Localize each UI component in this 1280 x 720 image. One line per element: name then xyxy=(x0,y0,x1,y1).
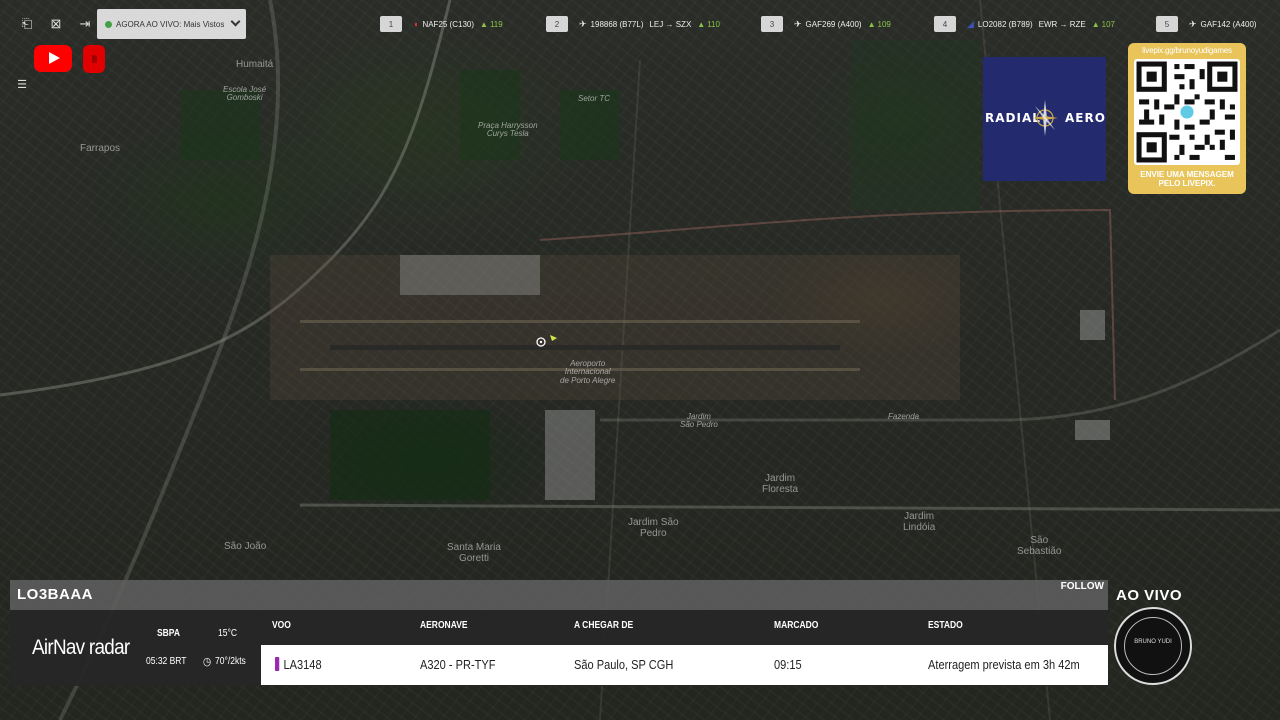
map-label: São João xyxy=(224,541,267,552)
badge-ring xyxy=(1124,617,1182,675)
flight-rank: 5 xyxy=(1156,16,1178,32)
header-flight: VOO xyxy=(272,620,291,631)
top-flight-2[interactable]: 2 ✈ 198868 (B77L) LEJ → SZX ▲ 110 xyxy=(546,16,720,32)
flight-callsign: GAF269 (A400) xyxy=(805,19,862,29)
map-label: São Sebastião xyxy=(1017,535,1062,557)
top-flight-3[interactable]: 3 ✈ GAF269 (A400) ▲ 109 xyxy=(761,16,891,32)
map-label: Farrapos xyxy=(80,143,121,154)
flight-callsign: 198868 (B77L) xyxy=(590,19,644,29)
arriving-from-cell: São Paulo, SP CGH xyxy=(574,657,674,672)
altitude-icon: ▲ xyxy=(867,19,876,29)
channel-badge: BRUNO YUDI xyxy=(1114,607,1192,685)
map-label: Santa Maria Goretti xyxy=(447,542,501,564)
flight-callsign: NAF25 (C130) xyxy=(422,19,475,29)
follow-button[interactable]: FOLLOW xyxy=(1061,581,1104,592)
top-flight-4[interactable]: 4 ◢ LO2082 (B789) EWR → RZE ▲ 107 xyxy=(934,16,1115,32)
temperature: 15°C xyxy=(218,628,237,639)
registration-bar: LO3BAAA FOLLOW xyxy=(10,580,1108,610)
flag-icon: ◢ xyxy=(967,18,974,29)
live-label: AO VIVO xyxy=(1116,587,1183,604)
flight-callsign: GAF142 (A400) xyxy=(1200,19,1257,29)
livepix-url: livepix.gg/brunoyudigames xyxy=(1142,46,1232,55)
flight-info-panel: AirNav radar SBPA 15°C 05:32 BRT ◷ 70°/2… xyxy=(10,610,1108,686)
flight-cell: LA3148 xyxy=(275,657,322,672)
flight-callsign: LO2082 (B789) xyxy=(977,19,1033,29)
chevron-down-icon xyxy=(230,16,241,27)
map-label: Jardim São Pedro xyxy=(680,412,718,430)
wind-icon: ◷ xyxy=(203,656,212,668)
map-label: Jardim São Pedro xyxy=(628,517,679,539)
map-label: Setor TC xyxy=(578,94,611,103)
now-playing-select[interactable]: AGORA AO VIVO: Mais Vistos xyxy=(97,9,246,39)
radial-aero-logo: RADIAL AERO xyxy=(983,57,1106,181)
header-status: ESTADO xyxy=(928,620,963,631)
map-label: Humaitá xyxy=(236,59,274,70)
altitude-icon: ▲ xyxy=(697,19,706,29)
livepix-caption-line: PELO LIVEPIX. xyxy=(1158,179,1216,188)
status-cell: Aterragem prevista em 3h 42m xyxy=(928,657,1080,672)
scheduled-cell: 09:15 xyxy=(774,657,802,672)
compass-icon xyxy=(1032,100,1058,136)
flight-altitude: 109 xyxy=(877,19,891,29)
livepix-caption: ENVIE UMA MENSAGEM PELO LIVEPIX. xyxy=(1128,170,1246,188)
livepix-card[interactable]: livepix.gg/brunoyudigames ENVIE UMA MENS… xyxy=(1128,43,1246,194)
airnav-radar-logo: AirNav radar xyxy=(32,636,130,659)
flight-rank: 3 xyxy=(761,16,783,32)
header-arriving-from: A CHEGAR DE xyxy=(574,620,634,631)
header-scheduled: MARCADO xyxy=(774,620,819,631)
flight-altitude: 119 xyxy=(489,19,503,29)
flight-route: LEJ → SZX xyxy=(649,19,692,29)
list-icon[interactable]: ☰ xyxy=(14,78,30,92)
youtube-shorts-icon[interactable] xyxy=(83,45,105,73)
flight-route: EWR → RZE xyxy=(1038,19,1086,29)
plane-icon: ✈ xyxy=(579,18,587,29)
aircraft-cell: A320 - PR-TYF xyxy=(420,657,496,672)
logo-text-right: AERO xyxy=(1065,111,1106,125)
badge-text: BRUNO YUDI xyxy=(1134,639,1172,645)
altitude-icon: ▲ xyxy=(480,19,488,29)
flight-rank: 1 xyxy=(380,16,402,32)
now-playing-label: AGORA AO VIVO: Mais Vistos xyxy=(116,19,225,29)
airport-label: Aeroporto Internacional de Porto Alegre xyxy=(560,359,616,385)
map-label: Jardim Floresta xyxy=(762,473,799,495)
top-flight-5[interactable]: 5 ✈ GAF142 (A400) xyxy=(1156,16,1257,32)
qr-code-icon xyxy=(1134,59,1240,165)
map-label: Praça Harrysson Curys Tesla xyxy=(478,121,538,139)
live-dot-icon xyxy=(105,20,112,28)
flight-rank: 4 xyxy=(934,16,956,32)
header-aircraft: AERONAVE xyxy=(420,620,468,631)
wind: 70°/2kts xyxy=(215,656,246,667)
livepix-caption-line: ENVIE UMA MENSAGEM xyxy=(1140,170,1234,179)
flight-row[interactable]: LA3148 A320 - PR-TYF São Paulo, SP CGH 0… xyxy=(261,645,1108,685)
local-time: 05:32 BRT xyxy=(146,656,187,667)
plane-icon: ✈ xyxy=(794,18,802,29)
airline-tail-icon xyxy=(275,657,280,671)
top-bar: ⎗ ⊠ ⇥ AGORA AO VIVO: Mais Vistos 1 ◖ NAF… xyxy=(0,0,1280,48)
flight-number: LA3148 xyxy=(283,657,322,672)
flight-altitude: 107 xyxy=(1101,19,1116,29)
flag-icon: ◖ xyxy=(413,19,419,29)
map-label: Fazenda xyxy=(888,412,920,421)
youtube-icon[interactable] xyxy=(34,45,72,72)
skip-next-icon[interactable]: ⇥ xyxy=(75,14,95,34)
collapse-sidebar-icon[interactable]: ⎗ xyxy=(17,14,37,34)
altitude-icon: ▲ xyxy=(1091,19,1100,29)
airport-code: SBPA xyxy=(157,628,180,639)
close-panel-icon[interactable]: ⊠ xyxy=(46,14,66,34)
plane-icon: ✈ xyxy=(1189,18,1197,29)
top-flight-1[interactable]: 1 ◖ NAF25 (C130) ▲ 119 xyxy=(380,16,503,32)
map-label: Jardim Lindóia xyxy=(903,511,936,533)
flight-rank: 2 xyxy=(546,16,568,32)
map-label: Escola José Gomboski xyxy=(223,85,267,103)
flight-altitude: 110 xyxy=(707,19,720,29)
registration-label: LO3BAAA xyxy=(17,586,94,603)
